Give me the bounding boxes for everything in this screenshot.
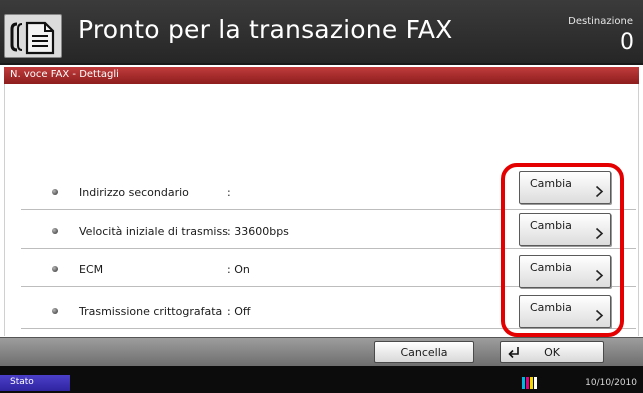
setting-label: Trasmissione crittografata [79, 305, 223, 318]
chevron-right-icon [595, 227, 604, 240]
setting-value: : Off [227, 305, 251, 318]
details-panel: Indirizzo secondario : Velocità iniziale… [4, 84, 639, 336]
destination-label: Destinazione [568, 16, 633, 27]
button-label: Cambia [530, 301, 572, 314]
button-label: Cambia [530, 261, 572, 274]
setting-value: : [227, 186, 231, 199]
chevron-right-icon [595, 185, 604, 198]
setting-label: Velocità iniziale di trasmiss [79, 225, 228, 238]
status-label: Stato [10, 377, 34, 387]
destination-count: 0 [620, 30, 634, 55]
ok-label: OK [544, 346, 560, 359]
status-date: 10/10/2010 [585, 378, 637, 388]
bullet-icon [52, 308, 58, 314]
status-bar: Stato 10/10/2010 [0, 366, 643, 393]
row-divider [21, 328, 636, 329]
change-velocita-button[interactable]: Cambia [519, 213, 611, 246]
page-title: Pronto per la transazione FAX [78, 15, 453, 44]
details-title: N. voce FAX - Dettagli [10, 69, 119, 80]
status-button[interactable]: Stato [0, 375, 70, 391]
cancel-label: Cancella [400, 346, 448, 359]
button-label: Cambia [530, 219, 572, 232]
cancel-button[interactable]: Cancella [374, 341, 474, 363]
change-indirizzo-secondario-button[interactable]: Cambia [519, 171, 611, 204]
fax-document-icon [4, 14, 62, 58]
ok-button[interactable]: OK [500, 341, 604, 363]
bullet-icon [52, 266, 58, 272]
details-title-bar: N. voce FAX - Dettagli [4, 67, 639, 84]
chevron-right-icon [595, 309, 604, 322]
row-divider [21, 209, 636, 210]
button-label: Cambia [530, 177, 572, 190]
row-divider [21, 248, 636, 249]
action-bar: Cancella OK [0, 337, 643, 366]
toner-level-icon [522, 377, 537, 389]
bullet-icon [52, 228, 58, 234]
change-ecm-button[interactable]: Cambia [519, 255, 611, 288]
header-bar: Pronto per la transazione FAX Destinazio… [0, 0, 643, 65]
setting-value: : 33600bps [227, 225, 289, 238]
chevron-right-icon [595, 269, 604, 282]
setting-value: : On [227, 263, 250, 276]
setting-label: ECM [79, 263, 104, 276]
bullet-icon [52, 189, 58, 195]
setting-label: Indirizzo secondario [79, 186, 189, 199]
change-trasmissione-crittografata-button[interactable]: Cambia [519, 295, 611, 328]
